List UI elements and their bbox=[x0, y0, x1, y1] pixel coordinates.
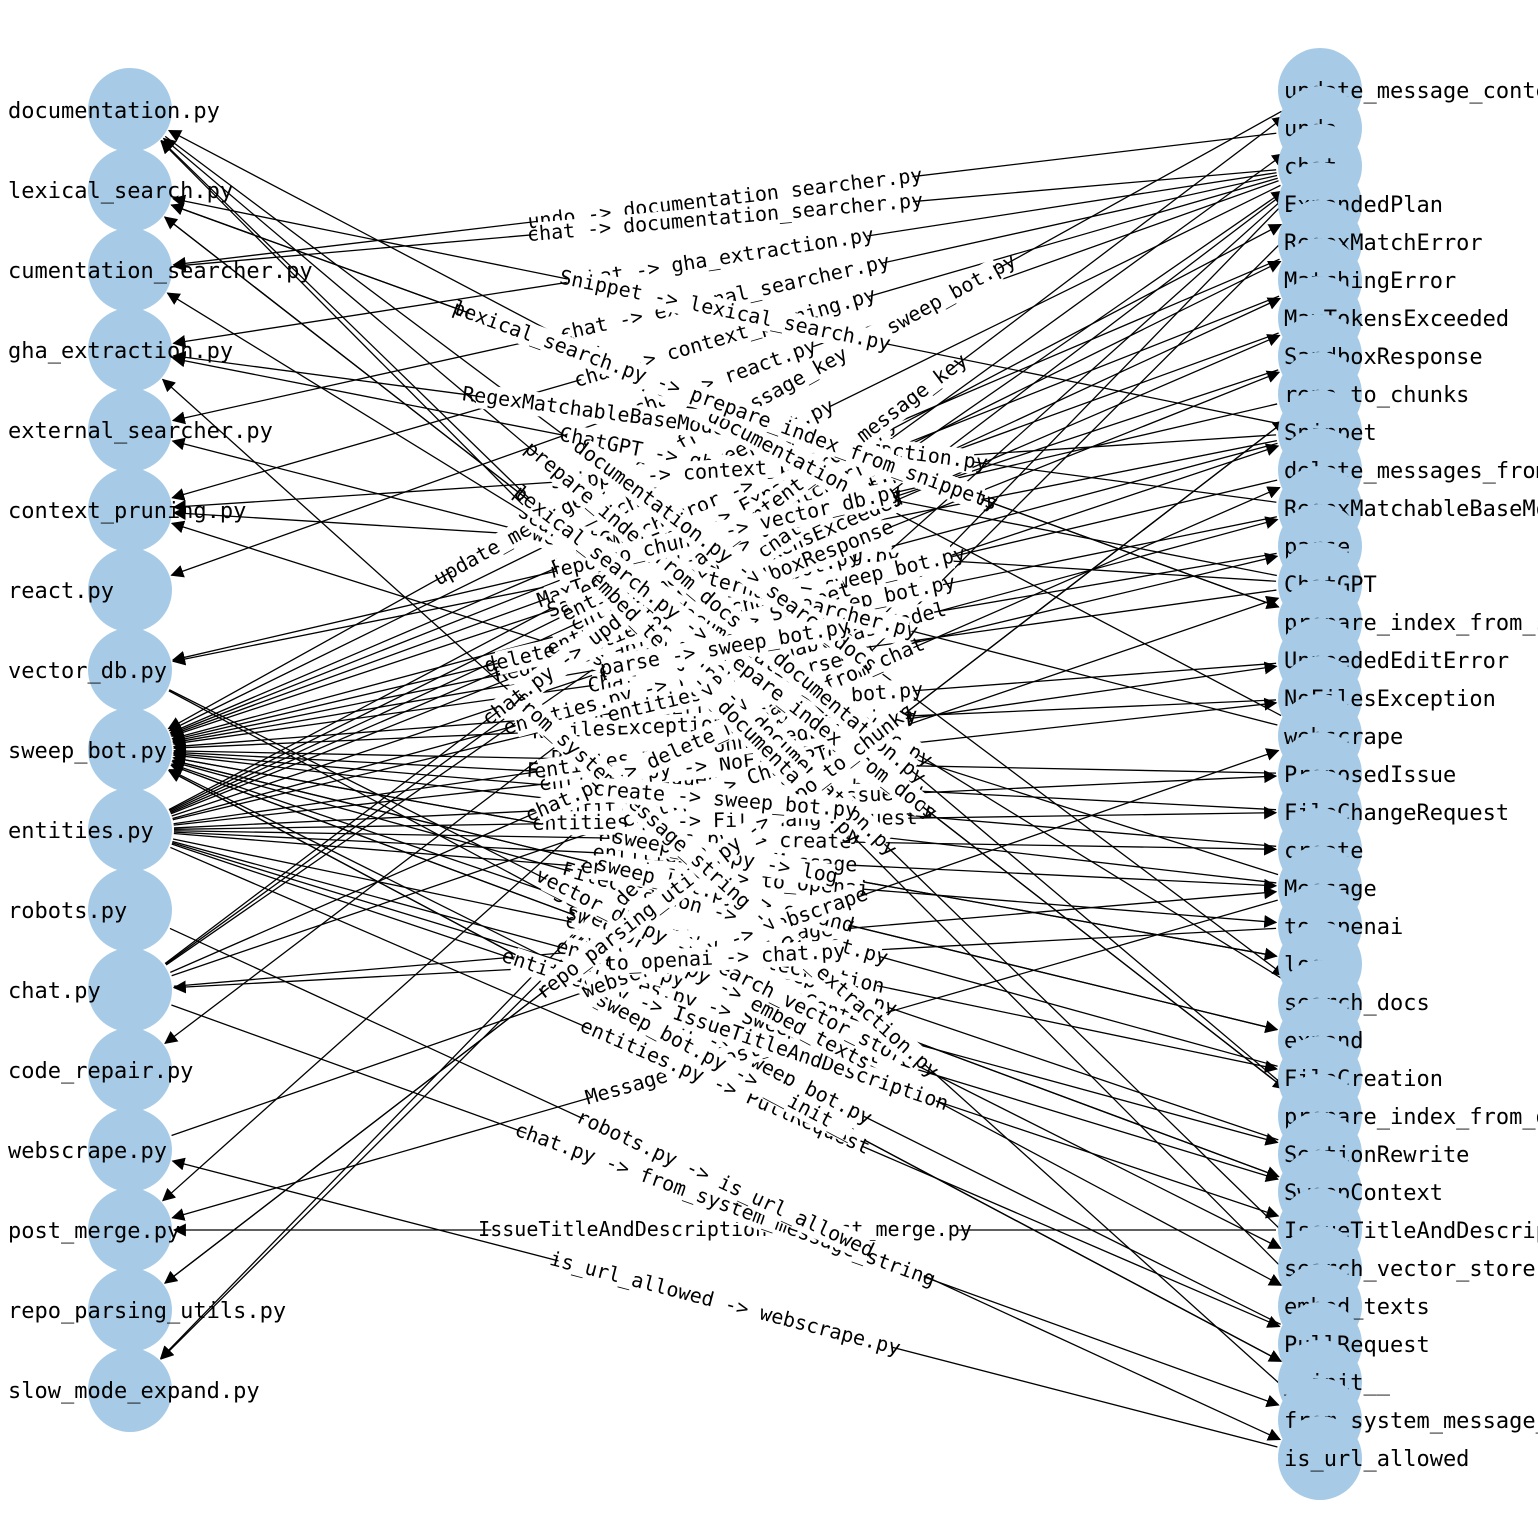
graph-node: chat.py bbox=[8, 948, 172, 1032]
graph-node: cumentation_searcher.py bbox=[8, 228, 313, 312]
node-label: robots.py bbox=[8, 899, 127, 924]
graph-node: lexical_search.py bbox=[8, 148, 233, 232]
node-label: slow_mode_expand.py bbox=[8, 1379, 260, 1404]
node-label: sweep_bot.py bbox=[8, 739, 167, 764]
node-label: context_pruning.py bbox=[8, 499, 246, 524]
graph-node: code_repair.py bbox=[8, 1028, 193, 1112]
node-label: vector_db.py bbox=[8, 659, 167, 684]
node-label: cumentation_searcher.py bbox=[8, 259, 313, 284]
node-label: entities.py bbox=[8, 819, 154, 844]
edge-label: IssueTitleAndDescription -> post_merge.p… bbox=[478, 1217, 972, 1241]
edge-label-group: IssueTitleAndDescription -> post_merge.p… bbox=[478, 1217, 972, 1242]
graph-node: gha_extraction.py bbox=[8, 308, 233, 392]
node-label: react.py bbox=[8, 579, 114, 604]
labels-layer: undo -> documentation_searcher.pychat ->… bbox=[429, 163, 1020, 1361]
node-label: code_repair.py bbox=[8, 1059, 193, 1084]
graph-node: documentation.py bbox=[8, 68, 220, 152]
graph-node: robots.py bbox=[8, 868, 172, 952]
graph-node: slow_mode_expand.py bbox=[8, 1348, 260, 1432]
node-label: lexical_search.py bbox=[8, 179, 233, 204]
graph-node: post_merge.py bbox=[8, 1188, 180, 1272]
node-label: post_merge.py bbox=[8, 1219, 180, 1244]
node-label: chat.py bbox=[8, 979, 101, 1004]
edge-label: is_url_allowed -> webscrape.py bbox=[547, 1246, 903, 1360]
node-label: webscrape.py bbox=[8, 1139, 167, 1164]
edge-label-group: is_url_allowed -> webscrape.py bbox=[547, 1246, 903, 1361]
node-label: documentation.py bbox=[8, 99, 220, 124]
node-label: repo_parsing_utils.py bbox=[8, 1299, 286, 1324]
node-label: gha_extraction.py bbox=[8, 339, 233, 364]
graph-node: react.py bbox=[8, 548, 172, 632]
graph-node: repo_parsing_utils.py bbox=[8, 1268, 286, 1352]
graph-node: context_pruning.py bbox=[8, 468, 246, 552]
graph-node: external_searcher.py bbox=[8, 388, 273, 472]
node-label: is_url_allowed bbox=[1284, 1447, 1469, 1472]
graph-node: webscrape.py bbox=[8, 1108, 172, 1192]
graph-node: vector_db.py bbox=[8, 628, 172, 712]
graph-node: entities.py bbox=[8, 788, 172, 872]
bipartite-graph: documentation.py lexical_search.pycumenta… bbox=[0, 0, 1538, 1534]
graph-node: sweep_bot.py bbox=[8, 708, 172, 792]
node-label: external_searcher.py bbox=[8, 419, 273, 444]
